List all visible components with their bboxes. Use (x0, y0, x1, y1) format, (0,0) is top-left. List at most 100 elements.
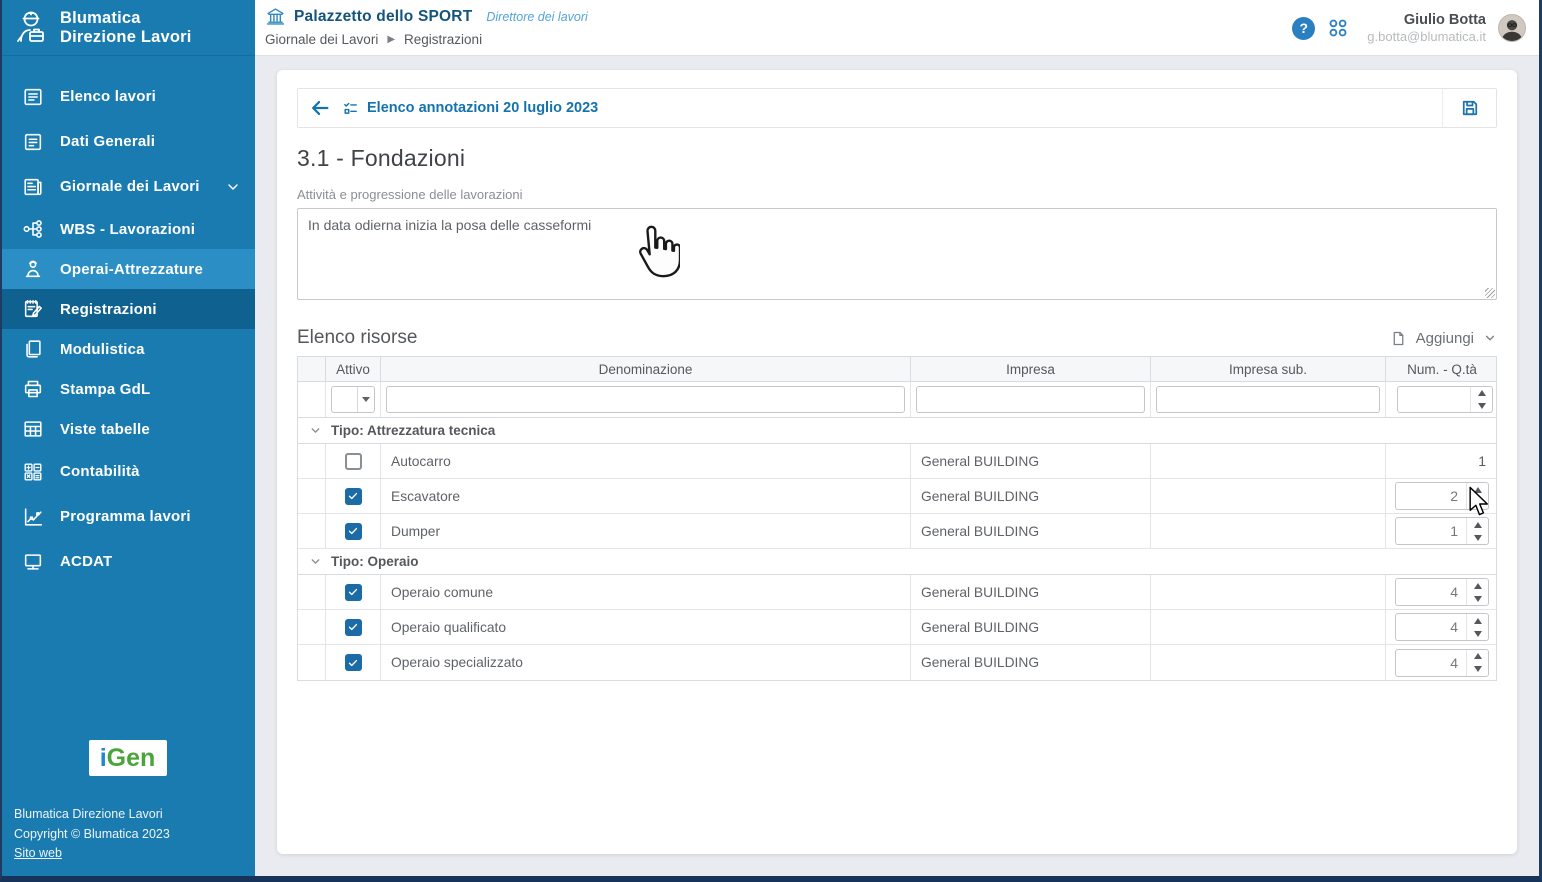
sidebar-item-label: Programma lavori (60, 508, 191, 525)
sidebar-item-viste-tabelle[interactable]: Viste tabelle (0, 409, 255, 449)
qty-spinner[interactable]: 4 (1395, 649, 1489, 677)
form-icon (22, 131, 44, 153)
spinner-up-button[interactable] (1467, 518, 1488, 531)
qty-spinner[interactable]: 1 (1395, 517, 1489, 545)
qty-value: 1 (1478, 453, 1489, 469)
column-header-Denominazione: Denominazione (381, 357, 911, 381)
table-row: Operaio specializzato General BUILDING 4 (298, 645, 1496, 680)
spinner-down-button[interactable] (1467, 627, 1488, 640)
sidebar-item-stampa-gdl[interactable]: Stampa GdL (0, 369, 255, 409)
denominazione-cell: Dumper (381, 514, 911, 548)
brand: Blumatica Direzione Lavori (0, 0, 255, 56)
sidebar-item-programma-lavori[interactable]: Programma lavori (0, 494, 255, 539)
sidebar-item-label: Registrazioni (60, 301, 157, 318)
qty-value[interactable]: 2 (1396, 483, 1466, 509)
filter-attivo-cell (326, 382, 381, 417)
chevron-down-icon (309, 555, 322, 568)
denominazione-filter-input[interactable] (386, 386, 905, 413)
activity-label: Attività e progressione delle lavorazion… (297, 187, 1497, 202)
spinner-up-button[interactable] (1467, 483, 1488, 496)
checkbox-unchecked[interactable] (345, 453, 362, 470)
spinner-down-button[interactable] (1467, 496, 1488, 509)
worker-icon (22, 258, 44, 280)
spinner-up-button[interactable] (1467, 614, 1488, 627)
table-row: Operaio qualificato General BUILDING 4 (298, 610, 1496, 645)
group-row: Tipo: Attrezzatura tecnica (298, 418, 1496, 444)
sidebar-item-label: Operai-Attrezzature (60, 261, 203, 278)
impresa-sub-cell (1151, 610, 1386, 644)
attivo-cell (326, 514, 381, 548)
expand-cell (298, 514, 326, 548)
qty-value[interactable]: 1 (1396, 518, 1466, 544)
help-icon[interactable]: ? (1292, 17, 1315, 40)
brand-line2: Direzione Lavori (60, 28, 192, 47)
activity-textarea[interactable] (297, 208, 1497, 300)
denominazione-cell: Operaio qualificato (381, 610, 911, 644)
spinner-up-button[interactable] (1471, 387, 1492, 400)
column-header-expand (298, 357, 326, 381)
impresa-filter-input[interactable] (916, 386, 1145, 413)
checkbox-checked[interactable] (345, 523, 362, 540)
breadcrumb-giornale[interactable]: Giornale dei Lavori (265, 32, 378, 47)
filter-qty-cell (1386, 382, 1498, 417)
checkbox-checked[interactable] (345, 654, 362, 671)
spinner-down-button[interactable] (1467, 663, 1488, 676)
resources-table: AttivoDenominazioneImpresaImpresa sub.Nu… (297, 356, 1497, 681)
apps-grid-icon[interactable] (1327, 17, 1349, 39)
list-icon (22, 86, 44, 108)
calculator-icon (22, 461, 44, 483)
sidebar-footer: iGen Blumatica Direzione Lavori Copyrigh… (0, 740, 255, 864)
breadcrumb-separator-icon: ▶ (387, 34, 395, 45)
attivo-filter-select[interactable] (331, 386, 375, 413)
avatar[interactable] (1498, 14, 1526, 42)
spinner-down-button[interactable] (1471, 400, 1492, 413)
annotation-list-link[interactable]: Elenco annotazioni 20 luglio 2023 (367, 100, 598, 116)
qty-spinner[interactable]: 2 (1395, 482, 1489, 510)
group-toggle[interactable]: Tipo: Attrezzatura tecnica (298, 418, 1498, 443)
spinner-down-button[interactable] (1467, 531, 1488, 544)
sidebar-item-contabilit-[interactable]: Contabilità (0, 449, 255, 494)
qty-cell: 4 (1386, 575, 1498, 609)
impresa-cell: General BUILDING (911, 575, 1151, 609)
sidebar-item-modulistica[interactable]: Modulistica (0, 329, 255, 369)
spinner-down-button[interactable] (1467, 592, 1488, 605)
attivo-cell (326, 645, 381, 680)
spinner-up-button[interactable] (1467, 650, 1488, 663)
checkbox-checked[interactable] (345, 619, 362, 636)
add-resource-button[interactable]: Aggiungi (1390, 330, 1497, 347)
qty-value[interactable]: 4 (1396, 579, 1466, 605)
column-header-Num. - Q.tà: Num. - Q.tà (1386, 357, 1498, 381)
sidebar-item-giornale-dei-lavori[interactable]: Giornale dei Lavori (0, 164, 255, 209)
sidebar-item-label: Contabilità (60, 463, 140, 480)
qty-spinner[interactable]: 4 (1395, 613, 1489, 641)
footer-website-link[interactable]: Sito web (14, 845, 255, 861)
sidebar-item-acdat[interactable]: ACDAT (0, 539, 255, 584)
igen-logo-i: i (100, 744, 107, 773)
sidebar-item-operai-attrezzature[interactable]: Operai-Attrezzature (0, 249, 255, 289)
sidebar-item-elenco-lavori[interactable]: Elenco lavori (0, 74, 255, 119)
spinner-up-button[interactable] (1467, 579, 1488, 592)
sidebar-item-registrazioni[interactable]: Registrazioni (0, 289, 255, 329)
group-toggle[interactable]: Tipo: Operaio (298, 549, 1498, 574)
qty-filter-spinner[interactable] (1397, 386, 1493, 413)
page-title: 3.1 - Fondazioni (297, 145, 1497, 172)
column-header-Attivo: Attivo (326, 357, 381, 381)
qty-spinner[interactable]: 4 (1395, 578, 1489, 606)
table-row: Operaio comune General BUILDING 4 (298, 575, 1496, 610)
checkbox-checked[interactable] (345, 584, 362, 601)
user-name: Giulio Botta (1367, 11, 1486, 29)
sidebar-item-label: Giornale dei Lavori (60, 178, 200, 195)
filter-impresa-sub-cell (1151, 382, 1386, 417)
back-arrow-icon[interactable] (298, 97, 342, 119)
checkbox-checked[interactable] (345, 488, 362, 505)
attivo-cell (326, 610, 381, 644)
sidebar-item-wbs-lavorazioni[interactable]: WBS - Lavorazioni (0, 209, 255, 249)
annotation-toolbar: Elenco annotazioni 20 luglio 2023 (297, 88, 1497, 128)
qty-value[interactable]: 4 (1396, 614, 1466, 640)
qty-value[interactable]: 4 (1396, 650, 1466, 676)
add-resource-label: Aggiungi (1416, 330, 1474, 347)
impresa-sub-cell (1151, 444, 1386, 478)
impresa-sub-filter-input[interactable] (1156, 386, 1380, 413)
save-button[interactable] (1442, 89, 1496, 127)
sidebar-item-dati-generali[interactable]: Dati Generali (0, 119, 255, 164)
